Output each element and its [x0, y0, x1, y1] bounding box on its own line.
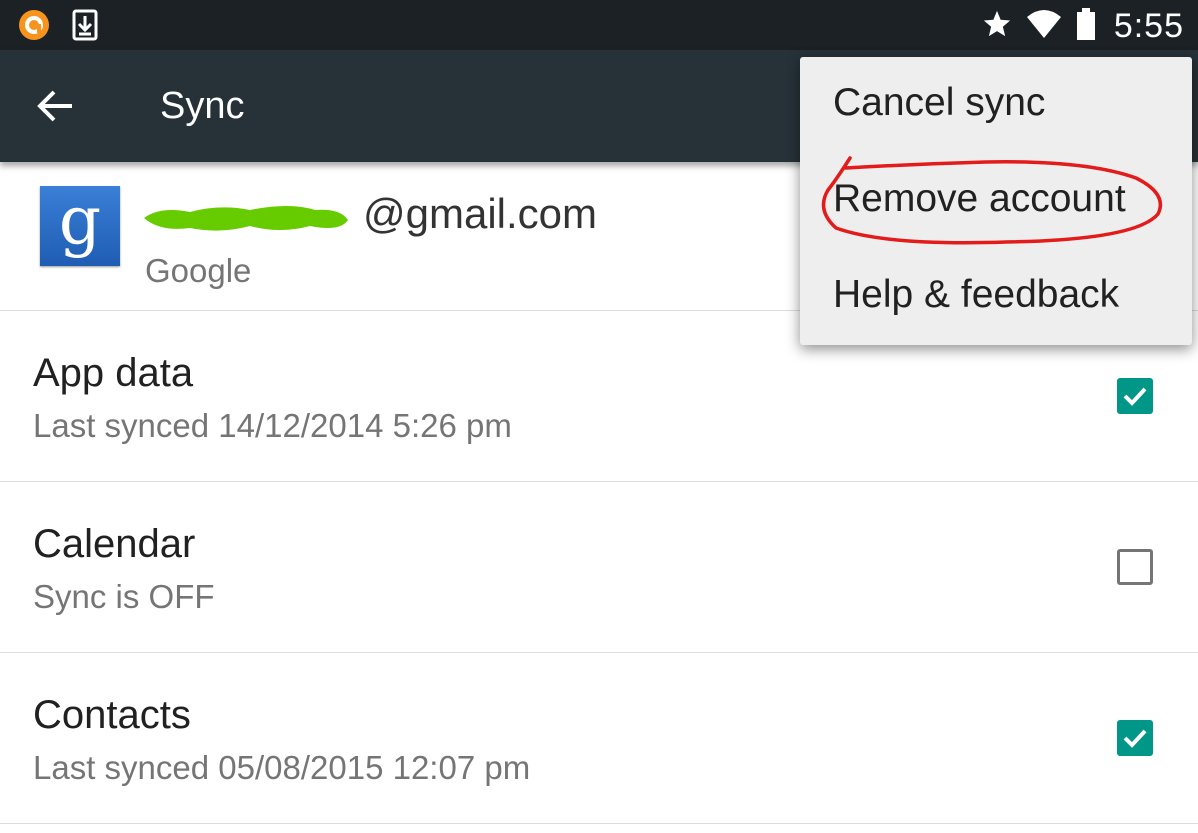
- checkmark-icon: [1123, 729, 1147, 748]
- redaction-scribble: [144, 206, 348, 231]
- sync-item-calendar[interactable]: Calendar Sync is OFF: [0, 482, 1198, 653]
- google-logo-letter: g: [58, 182, 102, 259]
- menu-item-cancel-sync[interactable]: Cancel sync: [800, 57, 1192, 153]
- sync-item-subtitle: Last synced 05/08/2015 12:07 pm: [33, 749, 531, 786]
- sync-item-title: App data: [33, 351, 194, 395]
- menu-item-label: Help & feedback: [833, 273, 1120, 316]
- menu-item-label: Cancel sync: [833, 81, 1046, 124]
- sync-item-contacts[interactable]: Contacts Last synced 05/08/2015 12:07 pm: [0, 653, 1198, 824]
- sync-item-subtitle: Last synced 14/12/2014 5:26 pm: [33, 407, 512, 444]
- google-logo: g: [40, 182, 120, 266]
- screen: 5:55 Sync g @gmail.com Google App data L…: [0, 0, 1198, 833]
- menu-item-remove-account[interactable]: Remove account: [800, 153, 1192, 249]
- battery-icon: [1076, 7, 1096, 45]
- calendar-checkbox[interactable]: [1117, 549, 1153, 585]
- download-icon: [72, 9, 98, 46]
- status-time: 5:55: [1113, 6, 1184, 45]
- account-type: Google: [145, 252, 252, 289]
- menu-item-help-feedback[interactable]: Help & feedback: [800, 249, 1192, 345]
- back-button[interactable]: [34, 84, 78, 128]
- overflow-menu: Cancel sync Remove account Help & feedba…: [800, 57, 1192, 345]
- checkmark-icon: [1123, 387, 1147, 406]
- account-email-domain: @gmail.com: [363, 190, 598, 237]
- star-icon: [982, 9, 1012, 44]
- menu-item-label: Remove account: [833, 177, 1126, 220]
- sync-item-title: Calendar: [33, 522, 196, 566]
- contacts-checkbox[interactable]: [1117, 720, 1153, 756]
- sync-item-title: Contacts: [33, 693, 191, 737]
- app-data-checkbox[interactable]: [1117, 378, 1153, 414]
- page-title: Sync: [160, 85, 245, 127]
- arrow-back-icon: [34, 90, 78, 132]
- sync-item-subtitle: Sync is OFF: [33, 578, 215, 615]
- app-notification-icon: [18, 9, 50, 46]
- status-bar: 5:55: [0, 0, 1198, 50]
- wifi-icon: [1026, 9, 1062, 44]
